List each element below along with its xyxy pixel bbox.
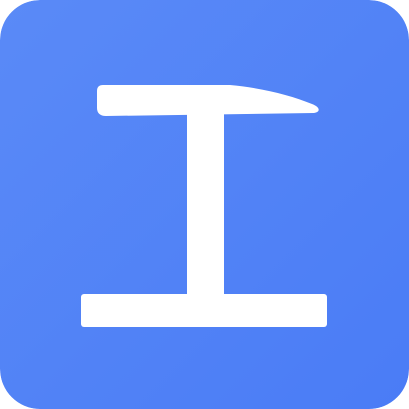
glyph-stem: [187, 114, 224, 300]
glyph-bottom-bar: [81, 294, 327, 327]
app-icon: [0, 0, 409, 409]
app-icon-canvas: [0, 0, 409, 409]
